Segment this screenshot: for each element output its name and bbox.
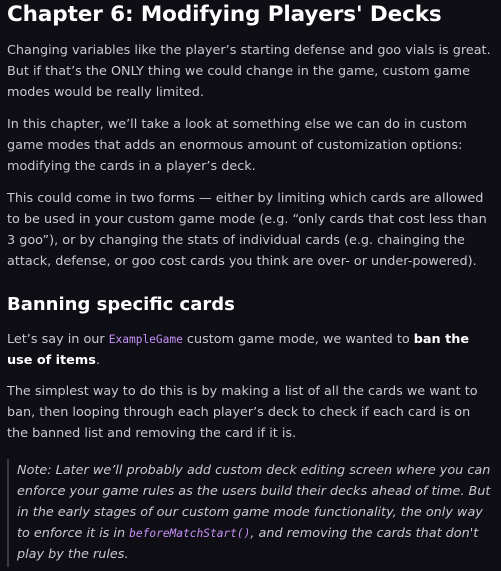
- banning-paragraph: Let’s say in our ExampleGame custom game…: [7, 329, 494, 371]
- simplest-paragraph: The simplest way to do this is by making…: [7, 384, 478, 441]
- article-content: Chapter 6: Modifying Players' Decks Chan…: [0, 0, 501, 567]
- intro-paragraph-1: Changing variables like the player’s sta…: [7, 43, 491, 100]
- chapter-title: Chapter 6: Modifying Players' Decks: [7, 2, 442, 27]
- section-title: Banning specific cards: [7, 294, 235, 315]
- note-blockquote: Note: Later we’ll probably add custom de…: [7, 459, 494, 567]
- banning-text-pre: Let’s say in our: [7, 332, 109, 347]
- intro-paragraph-3: This could come in two forms — either by…: [7, 191, 487, 269]
- intro-paragraph-2: In this chapter, we’ll take a look at so…: [7, 117, 467, 174]
- banning-text-mid: custom game mode, we wanted to: [182, 332, 414, 347]
- inline-code-beforematchstart: beforeMatchStart(): [129, 527, 251, 540]
- inline-code-examplegame: ExampleGame: [108, 333, 183, 346]
- banning-text-post: .: [95, 353, 100, 368]
- note-paragraph: Note: Later we’ll probably add custom de…: [17, 460, 494, 565]
